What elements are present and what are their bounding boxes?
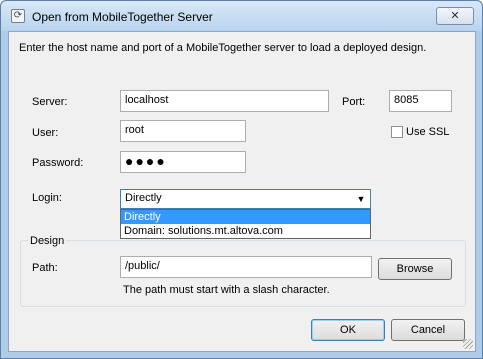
use-ssl-checkbox[interactable] (391, 126, 403, 138)
user-label: User: (32, 127, 59, 139)
login-select[interactable]: Directly ▼ (120, 189, 371, 209)
app-icon: ⟳ (11, 9, 25, 23)
port-input[interactable]: 8085 (389, 90, 452, 112)
dialog-window: ⟳ Open from MobileTogether Server ✕ Ente… (0, 0, 483, 359)
path-label: Path: (32, 262, 58, 274)
password-input[interactable]: ●●●● (120, 151, 246, 173)
use-ssl-label[interactable]: Use SSL (406, 126, 449, 138)
intro-text: Enter the host name and port of a Mobile… (19, 42, 427, 54)
window-title: Open from MobileTogether Server (32, 10, 213, 24)
server-label: Server: (32, 96, 68, 108)
close-button[interactable]: ✕ (436, 7, 474, 25)
design-group-caption: Design (28, 235, 67, 247)
resize-grip[interactable] (463, 339, 473, 349)
user-input[interactable]: root (120, 120, 246, 142)
port-label: Port: (342, 96, 366, 108)
title-bar: ⟳ Open from MobileTogether Server ✕ (1, 1, 482, 31)
cancel-button[interactable]: Cancel (391, 319, 465, 341)
dialog-body: Enter the host name and port of a Mobile… (8, 31, 476, 352)
login-dropdown-list: Directly Domain: solutions.mt.altova.com (120, 209, 371, 239)
ok-button[interactable]: OK (311, 319, 385, 341)
path-hint-text: The path must start with a slash charact… (123, 284, 330, 296)
browse-button[interactable]: Browse (378, 258, 452, 280)
login-option-directly[interactable]: Directly (121, 210, 370, 224)
server-input[interactable]: localhost (120, 90, 329, 112)
login-label: Login: (32, 192, 62, 204)
login-selected-value: Directly (125, 192, 162, 204)
chevron-down-icon[interactable]: ▼ (356, 194, 366, 204)
login-option-domain[interactable]: Domain: solutions.mt.altova.com (121, 224, 370, 238)
path-input[interactable]: /public/ (120, 256, 372, 278)
password-label: Password: (32, 157, 84, 169)
